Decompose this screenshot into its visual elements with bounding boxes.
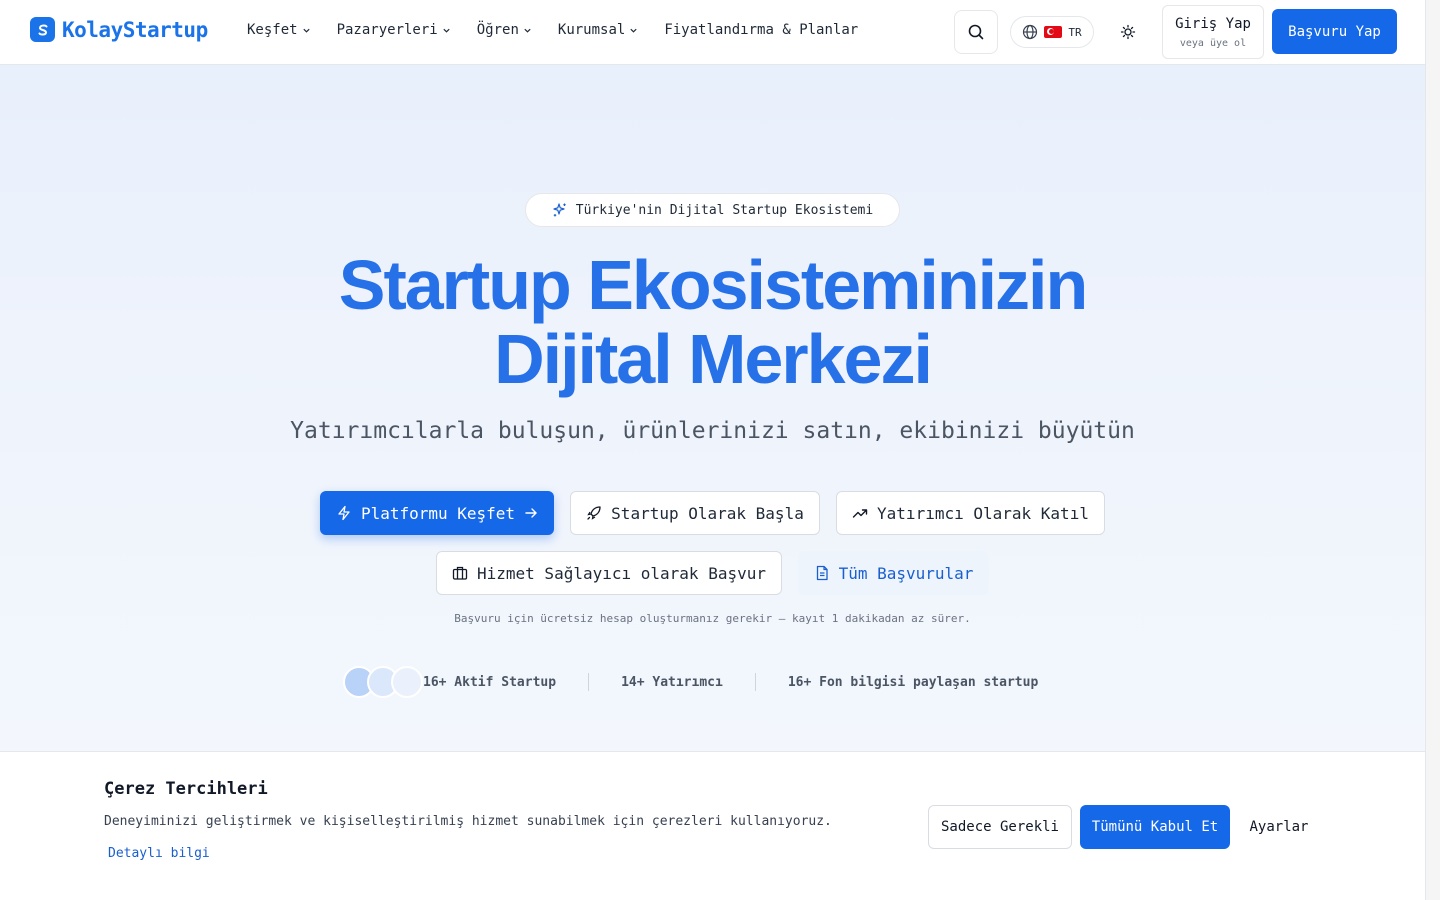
- briefcase-icon: [452, 566, 468, 580]
- apply-as-provider-button[interactable]: Hizmet Sağlayıcı olarak Başvur: [436, 551, 782, 595]
- login-button[interactable]: Giriş Yap veya üye ol: [1162, 5, 1264, 59]
- avatar: [391, 666, 423, 698]
- language-selector[interactable]: TR: [1010, 16, 1094, 48]
- brand-name: KolayStartup: [62, 17, 208, 42]
- arrow-right-icon: [525, 508, 538, 518]
- join-as-investor-label: Yatırımcı Olarak Katıl: [877, 503, 1089, 523]
- hero-badge: Türkiye'nin Dijital Startup Ekosistemi: [525, 193, 900, 227]
- explore-platform-label: Platformu Keşfet: [360, 503, 516, 523]
- hero-title-line2: Dijital Merkezi: [494, 320, 933, 398]
- theme-toggle[interactable]: [1116, 20, 1140, 44]
- stat-funding-info: 16+ Fon bilgisi paylaşan startup: [787, 674, 1039, 690]
- globe-icon: [1023, 24, 1038, 40]
- nav-item-kesfet[interactable]: Keşfet: [247, 22, 311, 38]
- search-icon: [968, 24, 984, 40]
- join-as-investor-button[interactable]: Yatırımcı Olarak Katıl: [836, 491, 1105, 535]
- sparkles-icon: [553, 203, 566, 217]
- signup-hint: veya üye ol: [1179, 37, 1247, 49]
- accept-all-button[interactable]: Tümünü Kabul Et: [1080, 805, 1230, 849]
- explore-platform-button[interactable]: Platformu Keşfet: [320, 491, 554, 535]
- hero-subtitle: Yatırımcılarla buluşun, ürünlerinizi sat…: [290, 418, 1135, 444]
- search-button[interactable]: [954, 10, 998, 54]
- main-nav: Keşfet Pazaryerleri Öğren Kurumsal Fiyat…: [247, 22, 858, 38]
- cookie-text: Deneyiminizi geliştirmek ve kişiselleşti…: [104, 814, 832, 829]
- hero-badge-text: Türkiye'nin Dijital Startup Ekosistemi: [575, 202, 874, 218]
- sun-icon: [1120, 24, 1136, 40]
- cookie-settings-button[interactable]: Ayarlar: [1238, 805, 1320, 849]
- hero-title-line1: Startup Ekosisteminizin: [338, 246, 1088, 324]
- avatar-group: [343, 665, 423, 699]
- nav-label: Pazaryerleri: [336, 22, 438, 38]
- brand-logo[interactable]: KolayStartup: [30, 17, 208, 42]
- signup-note: Başvuru için ücretsiz hesap oluşturmanız…: [454, 612, 971, 625]
- lightning-icon: [338, 505, 350, 521]
- stat-investors: 14+ Yatırımcı: [621, 674, 723, 690]
- cookie-details-link[interactable]: Detaylı bilgi: [108, 846, 210, 861]
- nav-label: Öğren: [476, 22, 519, 38]
- necessary-only-button[interactable]: Sadece Gerekli: [928, 805, 1072, 849]
- chevron-down-icon: [443, 28, 450, 33]
- login-label: Giriş Yap: [1175, 15, 1251, 32]
- hero-section: Türkiye'nin Dijital Startup Ekosistemi S…: [0, 65, 1425, 751]
- nav-item-kurumsal[interactable]: Kurumsal: [558, 22, 638, 38]
- turkey-flag-icon: [1044, 26, 1063, 38]
- chevron-down-icon: [524, 28, 531, 33]
- apply-as-provider-label: Hizmet Sağlayıcı olarak Başvur: [477, 563, 766, 583]
- logo-mark-icon: [30, 17, 55, 42]
- nav-item-pricing[interactable]: Fiyatlandırma & Planlar: [664, 22, 858, 38]
- cookie-title: Çerez Tercihleri: [104, 779, 268, 799]
- nav-label: Kurumsal: [557, 22, 626, 38]
- nav-item-pazaryerleri[interactable]: Pazaryerleri: [337, 22, 451, 38]
- start-as-startup-button[interactable]: Startup Olarak Başla: [570, 491, 820, 535]
- chevron-down-icon: [302, 28, 310, 33]
- page-scrollbar[interactable]: [1425, 0, 1440, 900]
- start-as-startup-label: Startup Olarak Başla: [611, 503, 804, 523]
- rocket-icon: [587, 506, 601, 520]
- document-icon: [816, 565, 828, 581]
- nav-label: Fiyatlandırma & Planlar: [664, 22, 859, 38]
- chevron-down-icon: [630, 28, 637, 33]
- stat-divider: [588, 673, 590, 691]
- all-applications-label: Tüm Başvurular: [838, 563, 974, 583]
- stats-row: 16+ Aktif Startup 14+ Yatırımcı 16+ Fon …: [343, 665, 1038, 699]
- nav-item-ogren[interactable]: Öğren: [477, 22, 532, 38]
- apply-button[interactable]: Başvuru Yap: [1272, 9, 1397, 54]
- site-header: KolayStartup Keşfet Pazaryerleri Öğren K…: [0, 0, 1425, 65]
- nav-label: Keşfet: [247, 22, 298, 38]
- all-applications-button[interactable]: Tüm Başvurular: [798, 551, 989, 595]
- cookie-banner: Çerez Tercihleri Deneyiminizi geliştirme…: [0, 751, 1425, 900]
- stat-active-startups: 16+ Aktif Startup: [423, 674, 557, 690]
- language-code: TR: [1068, 25, 1082, 39]
- stat-divider: [754, 673, 756, 691]
- trending-up-icon: [852, 509, 868, 518]
- hero-title: Startup Ekosisteminizin Dijital Merkezi: [0, 248, 1425, 396]
